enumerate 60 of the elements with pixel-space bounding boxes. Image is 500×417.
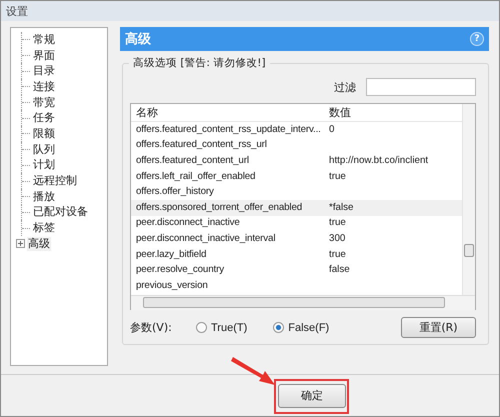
reset-button[interactable]: 重置(R) (401, 317, 476, 338)
radio-option[interactable]: False(F) (273, 322, 330, 334)
table-row[interactable]: offers.sponsored_torrent_offer_enabled *false (131, 200, 462, 216)
table-cell-text: peer.lazy_bitfield (135, 248, 208, 261)
table-cell-text: 300 (329, 232, 346, 245)
column-header[interactable]: 名称 (131, 106, 329, 118)
table-row[interactable]: offers.featured_content_rss_update_interv... 0 (131, 122, 462, 138)
table-row[interactable]: peer.disconnect_inactive_interval 300 (131, 231, 462, 247)
table-cell-text: peer.resolve_country (135, 264, 225, 276)
filter-field[interactable] (366, 78, 476, 96)
tree-item[interactable]: 标签 (32, 221, 56, 236)
tree-item[interactable]: 队列 (32, 142, 56, 157)
vertical-scrollbar[interactable] (462, 104, 475, 295)
tree-item[interactable]: 限额 (32, 126, 56, 141)
table-cell-text: false (329, 264, 351, 276)
tree-item[interactable]: 带宽 (32, 96, 56, 110)
table-row[interactable]: peer.disconnect_inactive true (131, 216, 462, 232)
tree-item[interactable]: 高级 (27, 236, 51, 251)
table-cell-text: peer.disconnect_inactive_interval (135, 232, 276, 245)
table-row[interactable]: offers.featured_content_rss_url (131, 138, 462, 154)
tree-item[interactable]: 目录 (32, 64, 56, 78)
table-row[interactable]: offers.featured_content_url http://now.bt.co/inclient (131, 153, 462, 169)
table-cell-text: previous_version (135, 280, 209, 292)
table-cell-text: offers.featured_content_url (135, 154, 250, 167)
expand-icon[interactable] (16, 239, 25, 248)
table-cell-text: peer.disconnect_inactive (135, 217, 241, 230)
window-title: 设置 (6, 4, 28, 18)
ok-button[interactable]: 确定 (278, 384, 346, 408)
table-cell-text: 0 (329, 124, 336, 136)
table-row[interactable]: previous_version (131, 278, 462, 294)
param-label: 参数(V): (130, 320, 173, 335)
table-cell-text: true (329, 248, 347, 261)
tree-item[interactable]: 播放 (32, 190, 56, 204)
filter-label: 过滤 (334, 80, 356, 94)
table-cell-text: true (329, 217, 347, 230)
tree-item[interactable]: 已配对设备 (32, 205, 89, 220)
table-cell-text: offers.featured_content_rss_update_interv... (135, 124, 322, 136)
tree-item[interactable]: 计划 (32, 158, 56, 172)
table-row[interactable]: offers.left_rail_offer_enabled true (131, 168, 462, 184)
radio-option[interactable]: True(T) (196, 322, 248, 334)
table-cell-text: offers.featured_content_rss_url (135, 139, 268, 152)
tree-item[interactable]: 任务 (32, 111, 56, 126)
table-cell-text: offers.left_rail_offer_enabled (135, 170, 256, 183)
table-cell-text: *false (329, 202, 355, 214)
column-header[interactable]: 数值 (329, 106, 462, 118)
panel-title: 高级 (125, 30, 151, 48)
tree-item[interactable]: 远程控制 (32, 174, 78, 188)
tree-item[interactable]: 界面 (32, 48, 56, 63)
table-row[interactable]: peer.resolve_country false (131, 262, 462, 278)
group-title: 高级选项 [警告: 请勿修改!] (129, 56, 270, 70)
table-cell-text: offers.sponsored_torrent_offer_enabled (135, 202, 304, 214)
horizontal-scrollbar[interactable] (131, 295, 475, 310)
table-cell-text: http://now.bt.co/inclient (329, 154, 430, 167)
table-cell-text: true (329, 170, 347, 183)
table-cell-text: offers.offer_history (135, 186, 215, 198)
table-row[interactable]: offers.offer_history (131, 184, 462, 200)
annotation-arrow (231, 357, 275, 385)
tree-item[interactable]: 常规 (32, 32, 56, 47)
table-row[interactable]: peer.lazy_bitfield true (131, 246, 462, 262)
tree-item[interactable]: 连接 (32, 80, 56, 94)
